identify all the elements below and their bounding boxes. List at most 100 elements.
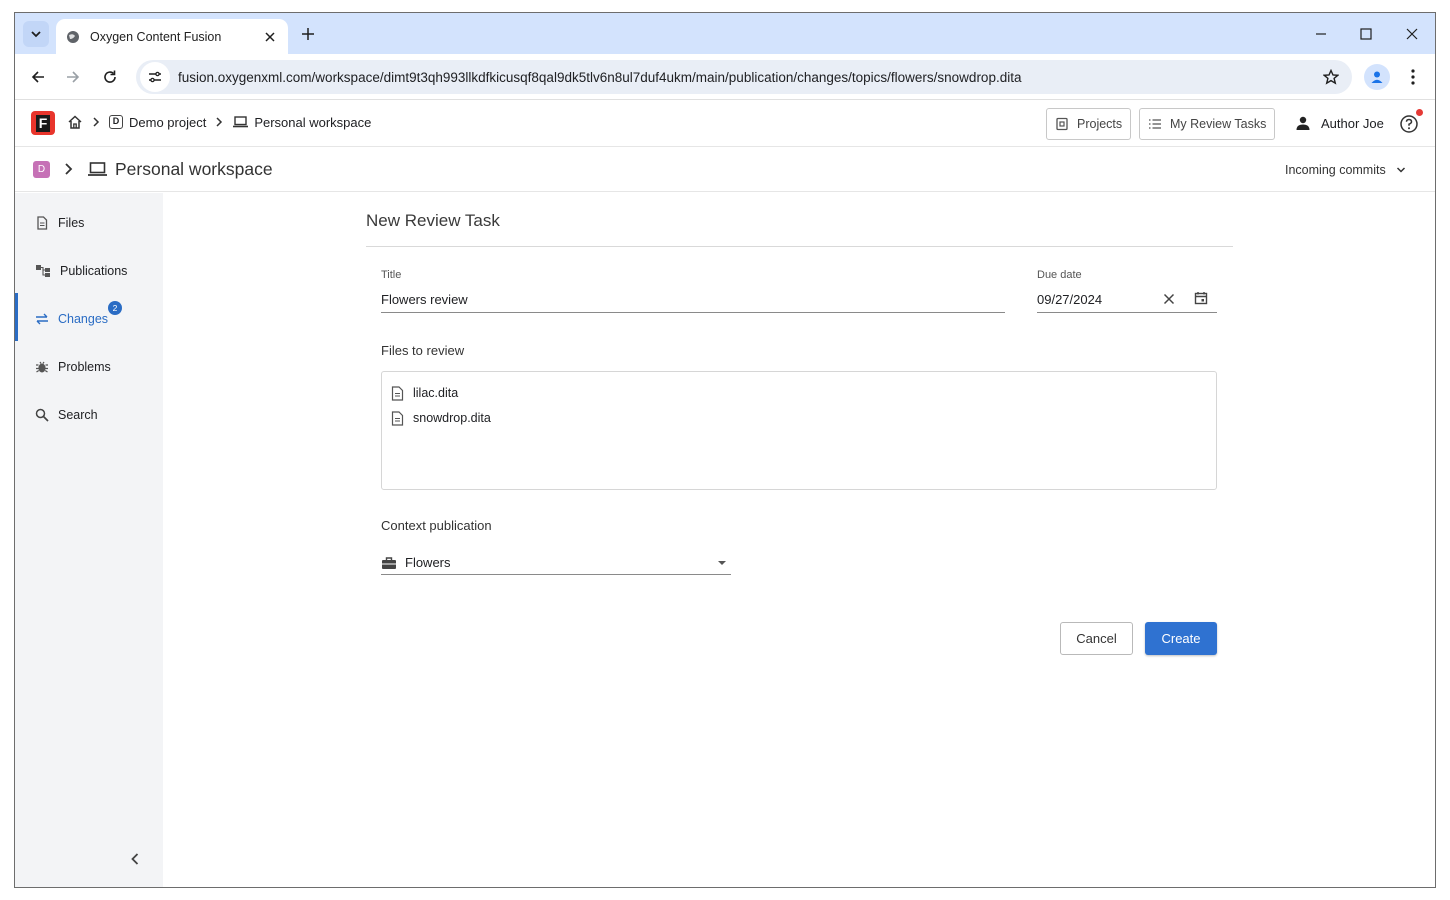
sidebar-item-label: Changes — [58, 312, 109, 326]
chevron-down-icon — [1396, 167, 1405, 173]
close-icon — [1406, 28, 1418, 40]
form-heading: New Review Task — [366, 211, 500, 230]
site-settings-button[interactable] — [140, 62, 170, 92]
app-header: F D Demo project Personal workspace Proj… — [15, 101, 1435, 147]
minimize-button[interactable] — [1310, 23, 1332, 45]
tab-strip: Oxygen Content Fusion — [15, 13, 1435, 54]
file-name: lilac.dita — [413, 386, 459, 400]
projects-label: Projects — [1077, 117, 1123, 131]
breadcrumb-workspace[interactable]: Personal workspace — [254, 115, 371, 130]
file-icon — [391, 385, 404, 401]
help-icon[interactable] — [1399, 114, 1419, 134]
logo-letter: F — [36, 114, 50, 132]
browser-menu-button[interactable] — [1403, 66, 1423, 88]
context-publication-label: Context publication — [381, 518, 492, 533]
home-icon[interactable] — [67, 114, 83, 130]
globe-icon — [67, 30, 79, 43]
title-label: Title — [381, 269, 402, 281]
dropdown-arrow-icon — [718, 560, 726, 565]
due-date-label: Due date — [1037, 269, 1082, 281]
cancel-button[interactable]: Cancel — [1060, 622, 1133, 655]
workspace-badge: D — [33, 161, 50, 178]
title-underline — [381, 312, 1005, 313]
tab-search-button[interactable] — [23, 21, 49, 47]
context-publication-select[interactable]: Flowers — [381, 551, 731, 575]
list-item[interactable]: lilac.dita — [391, 383, 458, 403]
clear-date-icon[interactable] — [1163, 293, 1175, 305]
my-review-tasks-label: My Review Tasks — [1170, 117, 1267, 131]
window-close-button[interactable] — [1401, 23, 1423, 45]
sidebar-item-publications[interactable]: Publications — [15, 253, 163, 289]
chevron-right-icon — [93, 117, 100, 127]
tab-close-button[interactable] — [262, 29, 278, 45]
star-icon — [1323, 69, 1339, 85]
app-logo[interactable]: F — [31, 111, 55, 135]
incoming-commits-dropdown[interactable]: Incoming commits — [1285, 163, 1406, 177]
form-divider — [366, 246, 1233, 247]
bookmark-button[interactable] — [1316, 62, 1346, 92]
browser-toolbar: fusion.oxygenxml.com/workspace/dimt9t3qh… — [15, 54, 1435, 100]
my-review-tasks-button[interactable]: My Review Tasks — [1139, 108, 1276, 140]
more-vert-icon — [1411, 69, 1415, 85]
file-icon — [391, 410, 404, 426]
notification-dot — [1416, 109, 1423, 116]
forward-button[interactable] — [62, 66, 84, 88]
address-bar[interactable]: fusion.oxygenxml.com/workspace/dimt9t3qh… — [136, 60, 1352, 94]
list-icon — [1149, 119, 1161, 129]
chevron-right-icon — [65, 163, 73, 175]
due-date-input[interactable]: 09/27/2024 — [1037, 292, 1157, 312]
user-menu[interactable]: Author Joe — [1295, 115, 1384, 131]
sidebar-item-label: Files — [58, 216, 85, 230]
file-icon — [37, 216, 48, 230]
reload-button[interactable] — [99, 66, 121, 88]
plus-icon — [302, 28, 314, 40]
laptop-icon — [88, 162, 107, 176]
search-icon — [35, 408, 49, 422]
browser-tab[interactable]: Oxygen Content Fusion — [56, 19, 288, 54]
projects-icon — [1056, 117, 1068, 131]
laptop-icon — [233, 116, 249, 128]
changes-icon — [36, 313, 48, 325]
sidebar-item-changes[interactable]: Changes 2 — [15, 301, 163, 337]
sidebar-item-label: Publications — [60, 264, 128, 278]
files-to-review-label: Files to review — [381, 343, 465, 358]
sidebar-item-search[interactable]: Search — [15, 397, 163, 433]
collapse-sidebar-icon[interactable] — [127, 851, 143, 867]
list-item[interactable]: snowdrop.dita — [391, 408, 491, 428]
minimize-icon — [1316, 33, 1326, 35]
tab-title: Oxygen Content Fusion — [90, 29, 222, 44]
person-icon — [1371, 71, 1383, 83]
new-tab-button[interactable] — [298, 24, 318, 44]
arrow-left-icon — [31, 71, 44, 83]
maximize-button[interactable] — [1355, 23, 1377, 45]
files-to-review-list: lilac.dita snowdrop.dita — [381, 371, 1217, 490]
user-name: Author Joe — [1321, 115, 1384, 131]
breadcrumb-project[interactable]: Demo project — [129, 115, 206, 130]
chevron-down-icon — [31, 31, 41, 38]
arrow-right-icon — [67, 71, 80, 83]
incoming-commits-label: Incoming commits — [1285, 163, 1386, 177]
sidebar: Files Publications Changes 2 Problems Se… — [15, 193, 163, 887]
back-button[interactable] — [27, 66, 49, 88]
bug-icon — [36, 361, 48, 373]
tune-icon — [149, 71, 161, 83]
publications-icon — [36, 265, 50, 277]
breadcrumb: D Demo project Personal workspace — [67, 114, 371, 130]
sidebar-item-label: Search — [58, 408, 98, 422]
close-icon — [265, 31, 275, 42]
sidebar-item-files[interactable]: Files — [15, 205, 163, 241]
create-button[interactable]: Create — [1145, 622, 1217, 655]
briefcase-icon — [382, 556, 396, 569]
maximize-icon — [1360, 28, 1372, 40]
calendar-icon[interactable] — [1194, 291, 1208, 305]
profile-button[interactable] — [1364, 64, 1390, 90]
changes-count-badge: 2 — [108, 301, 122, 315]
projects-button[interactable]: Projects — [1046, 108, 1132, 140]
person-icon — [1296, 116, 1310, 130]
browser-window: Oxygen Content Fusion fusion.oxygenxml.c… — [14, 12, 1436, 888]
url-text[interactable]: fusion.oxygenxml.com/workspace/dimt9t3qh… — [178, 70, 1316, 85]
workspace-title: Personal workspace — [115, 159, 273, 179]
file-name: snowdrop.dita — [413, 411, 491, 425]
sidebar-item-problems[interactable]: Problems — [15, 349, 163, 385]
title-input[interactable]: Flowers review — [381, 292, 1005, 312]
